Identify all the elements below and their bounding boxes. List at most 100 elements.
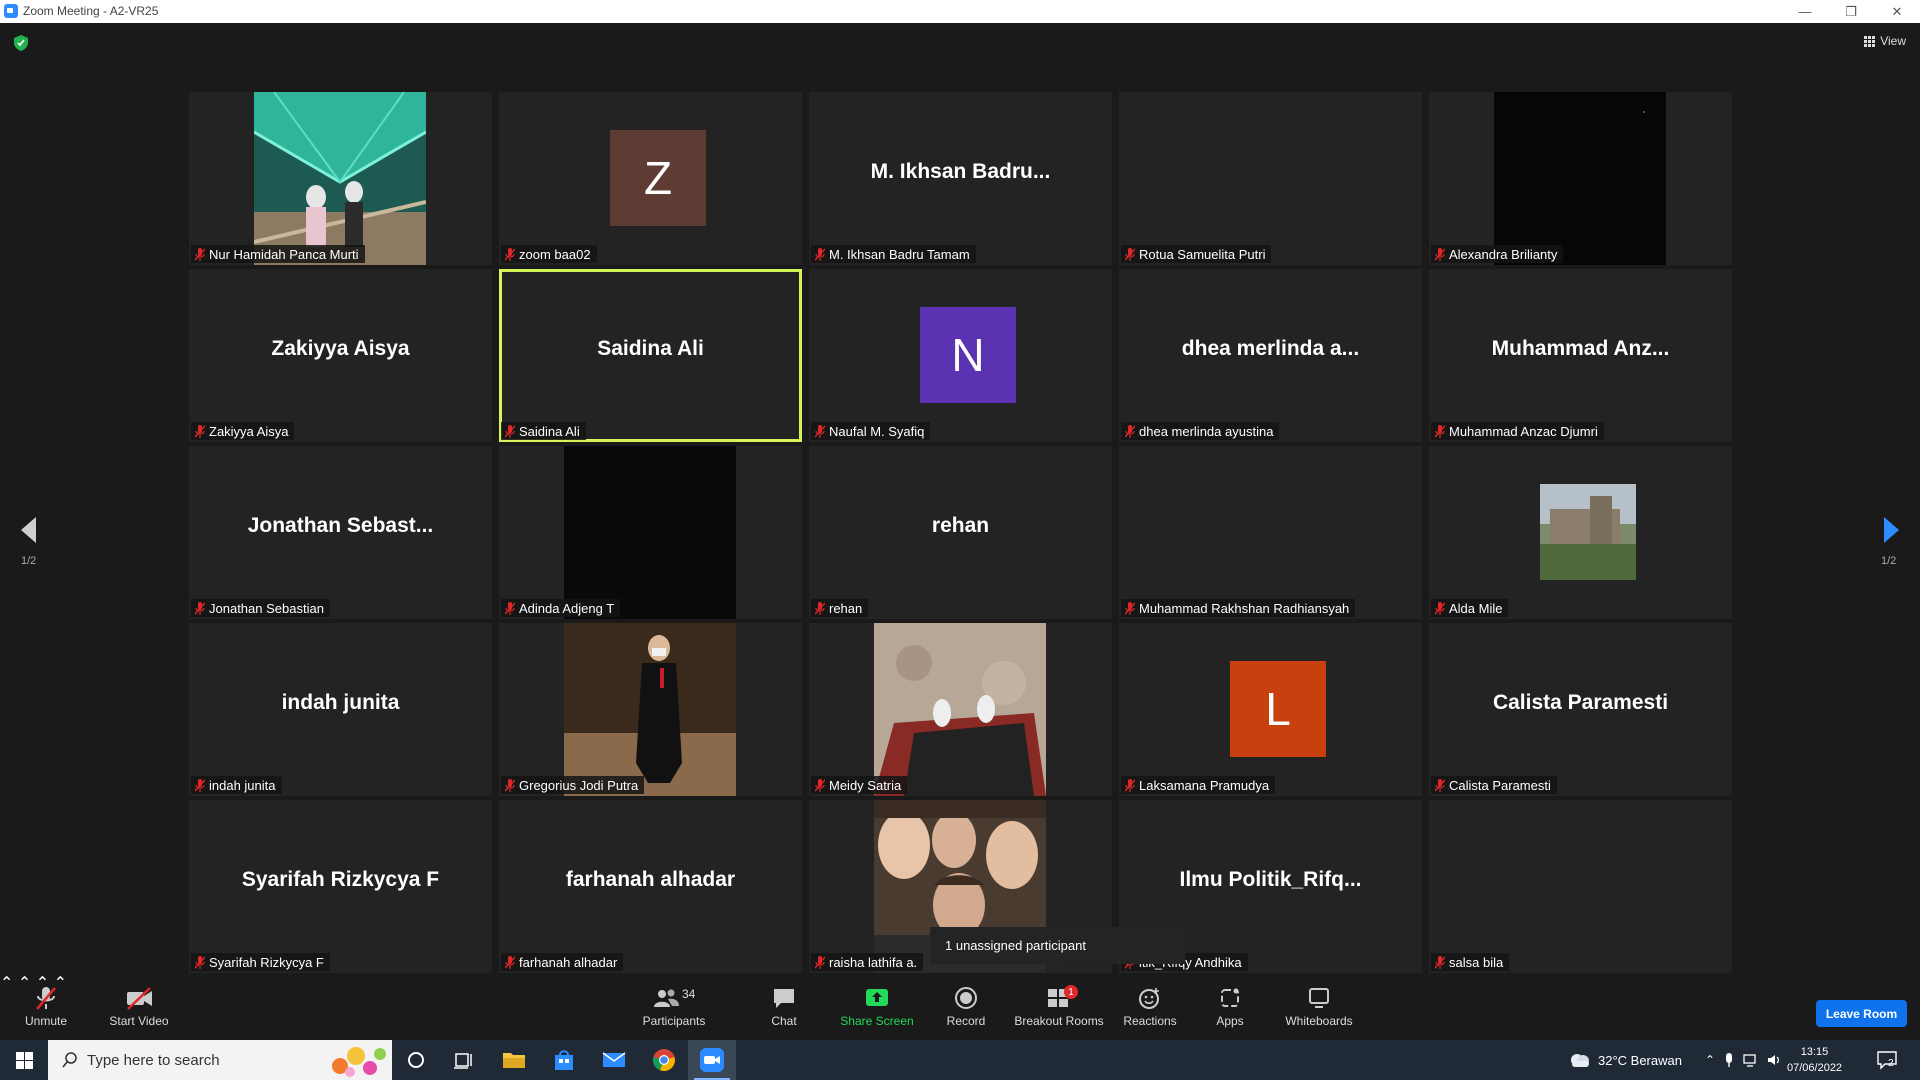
muted-mic-icon xyxy=(815,424,825,438)
reactions-button[interactable]: Reactions xyxy=(1122,973,1178,1040)
chrome-icon xyxy=(653,1049,675,1072)
zoom-taskbar-button[interactable] xyxy=(688,1040,736,1080)
previous-page-arrow-icon[interactable] xyxy=(18,515,40,545)
participant-tile[interactable]: indah junita indah junita xyxy=(189,623,492,796)
participant-name: farhanah alhadar xyxy=(519,954,618,970)
participant-name-label: Zakiyya Aisya xyxy=(191,422,295,440)
task-view-button[interactable] xyxy=(440,1040,488,1080)
windows-logo-icon xyxy=(15,1051,33,1069)
participant-tile[interactable]: Rotua Samuelita Putri xyxy=(1119,92,1422,265)
participant-name: Laksamana Pramudya xyxy=(1139,777,1270,793)
participant-tile[interactable]: Muhammad Rakhshan Radhiansyah xyxy=(1119,446,1422,619)
record-button[interactable]: Record xyxy=(944,973,988,1040)
participant-tile[interactable]: Muhammad Anz... Muhammad Anzac Djumri xyxy=(1429,269,1732,442)
close-button[interactable]: ✕ xyxy=(1874,0,1920,23)
participant-name-label: Alexandra Brilianty xyxy=(1431,245,1564,263)
muted-mic-icon xyxy=(815,778,825,792)
participant-tile[interactable]: M. Ikhsan Badru... M. Ikhsan Badru Tamam xyxy=(809,92,1112,265)
network-icon[interactable] xyxy=(1743,1053,1759,1067)
participant-display-name: Muhammad Anz... xyxy=(1491,337,1670,360)
page-indicator-right: 1/2 xyxy=(1881,555,1897,567)
participant-tile[interactable]: Meidy Satria xyxy=(809,623,1112,796)
muted-mic-icon xyxy=(1435,247,1445,261)
view-button[interactable]: View xyxy=(1864,34,1906,48)
file-explorer-button[interactable] xyxy=(490,1040,538,1080)
participant-display-name: indah junita xyxy=(281,691,400,714)
participant-name: Muhammad Anzac Djumri xyxy=(1449,423,1598,439)
participant-tile[interactable]: Adinda Adjeng T xyxy=(499,446,802,619)
participant-tile[interactable]: N Naufal M. Syafiq xyxy=(809,269,1112,442)
share-screen-label: Share Screen xyxy=(840,1014,914,1028)
cloudy-weather-icon xyxy=(1571,1054,1589,1067)
participant-name-label: farhanah alhadar xyxy=(501,953,624,971)
participant-name: dhea merlinda ayustina xyxy=(1139,423,1274,439)
participants-icon-wrap: 34 xyxy=(651,985,697,1011)
participant-display-name: Syarifah Rizkycya F xyxy=(241,868,440,891)
taskbar-search-box[interactable]: Type here to search xyxy=(48,1040,392,1080)
chat-button[interactable]: Chat xyxy=(765,973,803,1040)
apps-button[interactable]: Apps xyxy=(1212,973,1248,1040)
participant-tile[interactable]: Nur Hamidah Panca Murti xyxy=(189,92,492,265)
muted-mic-icon xyxy=(195,955,205,969)
breakout-rooms-icon-wrap: 1 xyxy=(1044,985,1078,1011)
participant-tile[interactable]: Alda Mile xyxy=(1429,446,1732,619)
security-shield-icon[interactable] xyxy=(14,35,28,51)
whiteboards-button[interactable]: Whiteboards xyxy=(1283,973,1355,1040)
participant-tile[interactable]: rehan rehan xyxy=(809,446,1112,619)
participant-tile[interactable]: Saidina Ali Saidina Ali xyxy=(499,269,802,442)
participant-name: rehan xyxy=(829,600,863,616)
cortana-button[interactable] xyxy=(392,1040,440,1080)
participant-tile[interactable]: Zakiyya Aisya Zakiyya Aisya xyxy=(189,269,492,442)
participant-tile[interactable]: salsa bila xyxy=(1429,800,1732,973)
taskbar-clock[interactable]: 13:15 07/06/2022 xyxy=(1787,1044,1842,1076)
start-video-button[interactable]: Start Video xyxy=(106,973,172,1040)
participant-name: Naufal M. Syafiq xyxy=(829,423,925,439)
minimize-button[interactable]: — xyxy=(1782,0,1828,23)
notifications-button[interactable]: 2 xyxy=(1876,1040,1898,1080)
store-bag-icon xyxy=(555,1050,573,1070)
next-page-arrow-icon[interactable] xyxy=(1880,515,1902,545)
participant-tile[interactable]: dhea merlinda a... dhea merlinda ayustina xyxy=(1119,269,1422,442)
start-button[interactable] xyxy=(0,1040,48,1080)
unmute-button[interactable]: Unmute xyxy=(20,973,72,1040)
participants-count: 34 xyxy=(682,987,696,1001)
participant-tile[interactable]: Jonathan Sebast... Jonathan Sebastian xyxy=(189,446,492,619)
system-tray: ⌃ xyxy=(1705,1040,1783,1080)
clock-date: 07/06/2022 xyxy=(1787,1062,1843,1074)
mail-button[interactable] xyxy=(590,1040,638,1080)
participant-name: Rotua Samuelita Putri xyxy=(1139,246,1266,262)
participant-tile[interactable]: farhanah alhadar farhanah alhadar xyxy=(499,800,802,973)
participant-name-label: Saidina Ali xyxy=(501,422,586,440)
participant-name-label: Calista Paramesti xyxy=(1431,776,1557,794)
participants-button[interactable]: 34 Participants xyxy=(640,973,708,1040)
microphone-tray-icon[interactable] xyxy=(1723,1052,1735,1068)
mail-envelope-icon xyxy=(602,1052,626,1067)
participant-tile[interactable]: L Laksamana Pramudya xyxy=(1119,623,1422,796)
microsoft-store-button[interactable] xyxy=(540,1040,588,1080)
record-icon xyxy=(955,987,977,1009)
leave-room-button[interactable]: Leave Room xyxy=(1816,1000,1907,1027)
participant-name-label: salsa bila xyxy=(1431,953,1510,971)
weather-widget[interactable]: 32°C Berawan xyxy=(1568,1040,1682,1080)
task-view-icon xyxy=(454,1053,472,1069)
weather-text: 32°C Berawan xyxy=(1598,1052,1682,1068)
participant-display-name: Jonathan Sebast... xyxy=(247,514,434,537)
zoom-camera-icon xyxy=(700,1048,724,1072)
participant-tile[interactable]: Alexandra Brilianty xyxy=(1429,92,1732,265)
speaker-volume-icon[interactable] xyxy=(1767,1053,1783,1067)
participant-name: Calista Paramesti xyxy=(1449,777,1551,793)
participant-tile[interactable]: Gregorius Jodi Putra xyxy=(499,623,802,796)
audio-options-chevron-icon[interactable]: ⌃ xyxy=(0,975,13,992)
participant-tile[interactable]: Zzoom baa02 xyxy=(499,92,802,265)
chrome-button[interactable] xyxy=(640,1040,688,1080)
show-hidden-icons-chevron-icon[interactable]: ⌃ xyxy=(1705,1053,1715,1067)
participant-name-label: rehan xyxy=(811,599,869,617)
share-screen-button[interactable]: Share Screen xyxy=(840,973,914,1040)
microphone-muted-icon xyxy=(36,987,56,1010)
participant-name: Jonathan Sebastian xyxy=(209,600,324,616)
participant-tile[interactable]: Syarifah Rizkycya F Syarifah Rizkycya F xyxy=(189,800,492,973)
breakout-rooms-button[interactable]: 1 Breakout Rooms xyxy=(1013,973,1105,1040)
participant-tile[interactable]: Calista Paramesti Calista Paramesti xyxy=(1429,623,1732,796)
cortana-circle-icon xyxy=(408,1052,424,1068)
restore-button[interactable]: ❐ xyxy=(1828,0,1874,23)
